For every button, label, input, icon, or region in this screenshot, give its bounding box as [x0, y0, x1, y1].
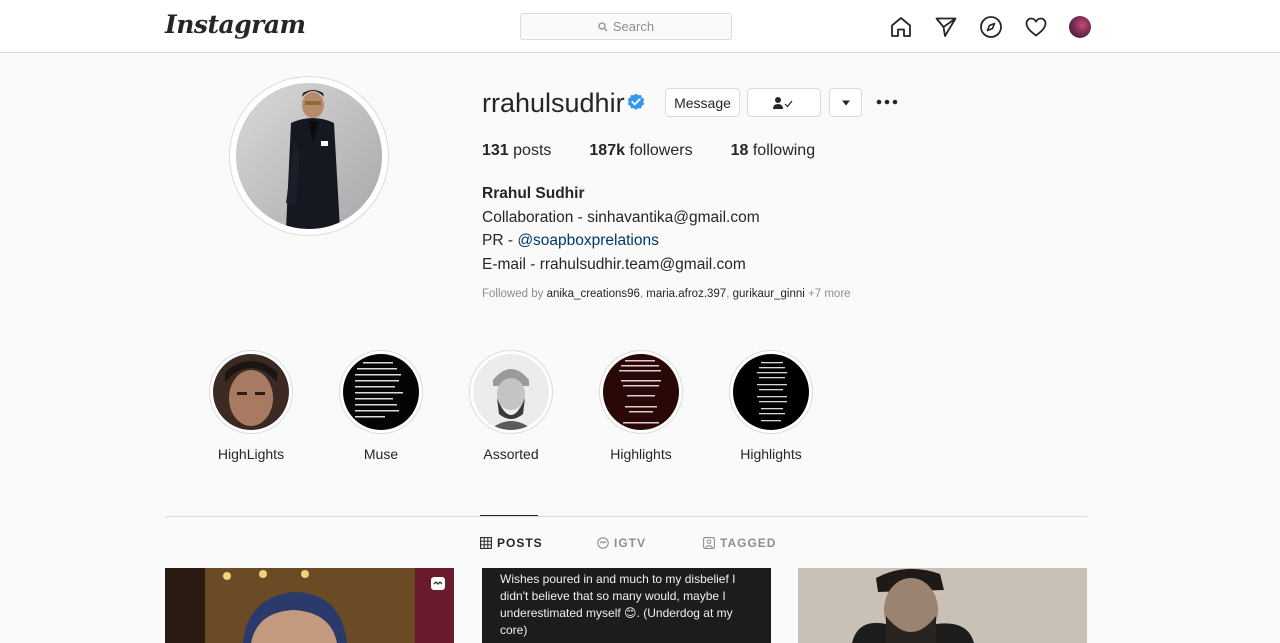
post-caption-text: Wishes poured in and much to my disbelie… [500, 572, 736, 637]
tabs-divider [165, 516, 1087, 517]
highlight-label: Highlights [740, 446, 802, 462]
profile-photo [236, 83, 382, 229]
post-thumbnail[interactable] [165, 568, 454, 643]
followed-by-user: maria.afroz.397 [646, 288, 727, 300]
followed-by[interactable]: Followed by anika_creations96, maria.afr… [482, 288, 851, 300]
highlight-cover [473, 354, 549, 430]
highlight-cover [603, 354, 679, 430]
posts-count: 131 [482, 142, 509, 159]
highlight-ring [599, 350, 683, 434]
followers-count: 187k [589, 142, 625, 159]
verified-badge-icon [627, 93, 645, 110]
highlight-item[interactable]: Assorted [469, 350, 553, 462]
highlight-label: Assorted [483, 446, 539, 462]
highlight-ring [729, 350, 813, 434]
following-stat[interactable]: 18 following [731, 142, 816, 160]
highlight-ring [469, 350, 553, 434]
nav-icons [889, 13, 1091, 40]
bio-email: E-mail - rrahulsudhir.team@gmail.com [482, 256, 746, 274]
tab-tagged-label: TAGGED [720, 536, 777, 550]
bio-pr-prefix: PR - [482, 232, 518, 250]
tab-igtv-label: IGTV [614, 536, 647, 550]
profile-avatar[interactable] [1069, 15, 1091, 38]
direct-icon[interactable] [934, 15, 958, 39]
more-options-icon[interactable] [876, 97, 898, 107]
pr-mention-link[interactable]: @soapboxprelations [517, 232, 659, 249]
followers-label: followers [629, 142, 693, 159]
profile-picture[interactable] [229, 76, 389, 236]
activity-icon[interactable] [1024, 15, 1048, 39]
active-tab-indicator [480, 515, 538, 516]
followed-by-user: anika_creations96 [546, 288, 640, 300]
highlight-ring [209, 350, 293, 434]
tab-posts-label: POSTS [497, 536, 543, 550]
profile-username: rrahulsudhir [482, 88, 625, 118]
suggested-accounts-dropdown[interactable] [829, 88, 862, 117]
message-button[interactable]: Message [665, 88, 740, 117]
profile-stats: 131 posts 187k followers 18 following [482, 142, 853, 160]
followed-by-more: +7 more [808, 288, 851, 300]
tab-tagged[interactable]: TAGGED [703, 536, 776, 550]
highlight-item[interactable]: Muse [339, 350, 423, 462]
search-placeholder: Search [612, 19, 655, 34]
home-icon[interactable] [889, 15, 913, 39]
highlight-ring [339, 350, 423, 434]
search-icon [598, 21, 608, 31]
top-navbar: Instagram Search [0, 0, 1280, 53]
caret-down-icon [841, 100, 850, 105]
igtv-icon [597, 537, 609, 549]
highlight-item[interactable]: HighLights [209, 350, 293, 462]
highlight-cover [343, 354, 419, 430]
highlight-item[interactable]: Highlights [599, 350, 683, 462]
following-label: following [752, 142, 816, 159]
user-check-icon [773, 96, 793, 109]
highlight-cover [733, 354, 809, 430]
grid-icon [480, 537, 492, 549]
bio-pr: PR - @soapboxprelations [482, 229, 760, 253]
full-name: Rrahul Sudhir [482, 185, 585, 202]
search-input[interactable]: Search [520, 13, 732, 40]
post-thumbnail[interactable]: Wishes poured in and much to my disbelie… [482, 568, 771, 643]
following-button[interactable] [747, 88, 821, 117]
tab-igtv[interactable]: IGTV [597, 536, 646, 550]
tab-posts[interactable]: POSTS [480, 536, 543, 550]
highlight-cover [213, 354, 289, 430]
explore-icon[interactable] [979, 15, 1003, 39]
profile-bio: Rrahul Sudhir Collaboration - sinhavanti… [482, 182, 760, 277]
posts-label: posts [513, 142, 552, 159]
highlight-label: Highlights [610, 446, 672, 462]
highlight-label: HighLights [217, 446, 285, 462]
post-thumbnail[interactable] [798, 568, 1087, 643]
following-count: 18 [730, 142, 749, 159]
tagged-icon [703, 537, 715, 549]
posts-stat: 131 posts [482, 142, 551, 160]
bio-collaboration: Collaboration - sinhavantika@gmail.com [482, 208, 760, 226]
followed-by-prefix: Followed by [482, 288, 547, 300]
highlight-label: Muse [363, 446, 399, 462]
followers-stat[interactable]: 187k followers [589, 142, 692, 160]
instagram-logo[interactable]: Instagram [165, 10, 306, 39]
highlight-item[interactable]: Highlights [729, 350, 813, 462]
followed-by-user: gurikaur_ginni [732, 288, 805, 300]
igtv-post-icon [431, 577, 445, 590]
